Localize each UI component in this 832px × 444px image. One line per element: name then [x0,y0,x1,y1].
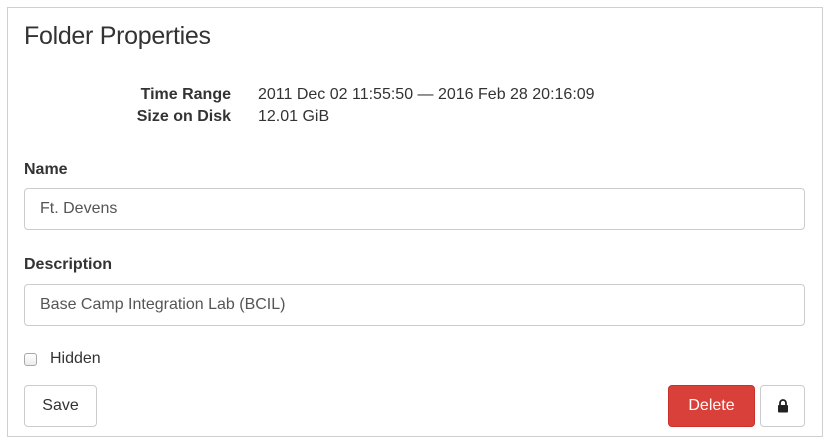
description-label: Description [24,256,113,273]
time-range-label: Time Range [140,86,231,103]
size-on-disk-label: Size on Disk [136,108,231,125]
time-range-value: 2011 Dec 02 11:55:50 — 2016 Feb 28 20:16… [258,86,595,103]
folder-metadata: Time Range 2011 Dec 02 11:55:50 — 2016 F… [8,86,824,130]
save-button[interactable]: Save [24,385,97,427]
delete-button[interactable]: Delete [668,385,755,427]
name-label: Name [24,161,68,178]
hidden-checkbox[interactable] [24,352,37,366]
hidden-label[interactable]: Hidden [50,350,101,368]
size-on-disk-value: 12.01 GiB [258,108,330,125]
lock-button[interactable] [760,385,805,427]
size-on-disk-row: Size on Disk 12.01 GiB [8,108,824,130]
hidden-checkbox-row[interactable]: Hidden [24,348,101,370]
name-input[interactable] [24,188,805,230]
folder-properties-panel: Folder Properties Time Range 2011 Dec 02… [7,7,823,437]
description-input[interactable] [24,284,805,326]
panel-title: Folder Properties [24,22,211,50]
lock-icon [777,399,788,413]
time-range-row: Time Range 2011 Dec 02 11:55:50 — 2016 F… [8,86,824,108]
